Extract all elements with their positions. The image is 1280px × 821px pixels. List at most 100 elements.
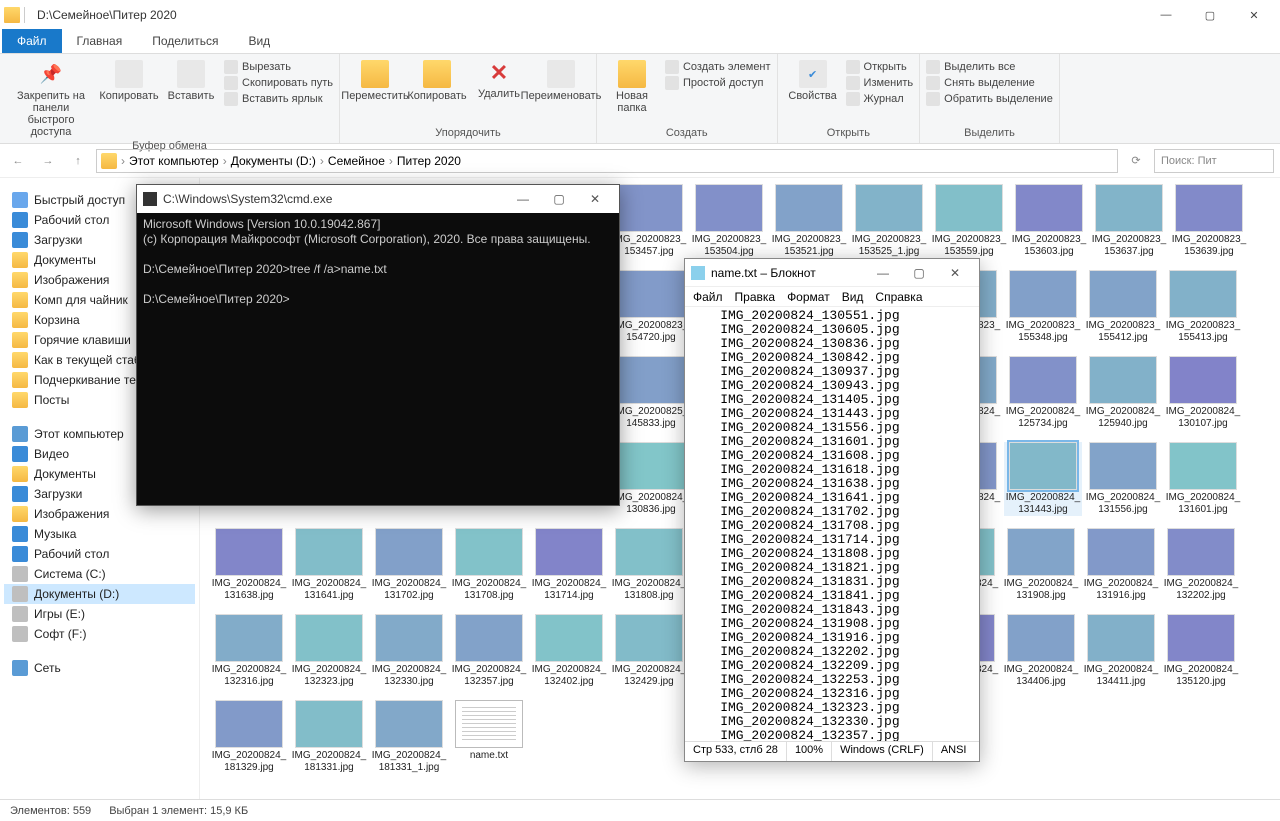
file-item[interactable]: IMG_20200824_181331.jpg xyxy=(290,700,368,774)
file-item[interactable]: IMG_20200824_131556.jpg xyxy=(1084,442,1162,516)
back-button[interactable]: ← xyxy=(6,149,30,173)
cmd-window[interactable]: C:\Windows\System32\cmd.exe — ▢ ✕ Micros… xyxy=(136,184,620,506)
np-menu-edit[interactable]: Правка xyxy=(735,290,776,304)
file-item[interactable]: IMG_20200823_153521.jpg xyxy=(770,184,848,258)
file-item[interactable]: IMG_20200824_131601.jpg xyxy=(1164,442,1242,516)
move-button[interactable]: Переместить xyxy=(346,60,404,102)
file-item[interactable]: IMG_20200824_132429.jpg xyxy=(610,614,688,688)
copyto-button[interactable]: Копировать xyxy=(408,60,466,102)
sidebar-item[interactable]: Игры (E:) xyxy=(4,604,195,624)
edit-button[interactable]: Изменить xyxy=(846,76,914,90)
file-item[interactable]: IMG_20200824_135120.jpg xyxy=(1162,614,1240,688)
search-input[interactable]: Поиск: Пит xyxy=(1154,149,1274,173)
file-item[interactable]: IMG_20200823_153457.jpg xyxy=(610,184,688,258)
sidebar-item[interactable]: Музыка xyxy=(4,524,195,544)
sidebar-item[interactable]: Изображения xyxy=(4,504,195,524)
close-button[interactable]: ✕ xyxy=(1232,1,1276,29)
rename-button[interactable]: Переименовать xyxy=(532,60,590,102)
copy-path-button[interactable]: Скопировать путь xyxy=(224,76,333,90)
notepad-text[interactable]: IMG_20200824_130551.jpg IMG_20200824_130… xyxy=(685,307,979,741)
file-item[interactable]: IMG_20200823_153504.jpg xyxy=(690,184,768,258)
file-item[interactable]: IMG_20200824_125734.jpg xyxy=(1004,356,1082,430)
cmd-output[interactable]: Microsoft Windows [Version 10.0.19042.86… xyxy=(137,213,619,311)
paste-button[interactable]: Вставить xyxy=(162,60,220,102)
file-item[interactable]: IMG_20200824_131708.jpg xyxy=(450,528,528,602)
cut-button[interactable]: Вырезать xyxy=(224,60,333,74)
maximize-button[interactable]: ▢ xyxy=(1188,1,1232,29)
file-item[interactable]: IMG_20200823_153637.jpg xyxy=(1090,184,1168,258)
file-item[interactable]: IMG_20200824_181329.jpg xyxy=(210,700,288,774)
file-item[interactable]: IMG_20200824_132202.jpg xyxy=(1162,528,1240,602)
file-item[interactable]: IMG_20200825_145833.jpg xyxy=(612,356,690,430)
pin-button[interactable]: 📌 Закрепить на панели быстрого доступа xyxy=(6,60,96,138)
sidebar-item[interactable]: Рабочий стол xyxy=(4,544,195,564)
file-item[interactable]: IMG_20200823_153559.jpg xyxy=(930,184,1008,258)
file-item[interactable]: IMG_20200823_153603.jpg xyxy=(1010,184,1088,258)
file-item[interactable]: IMG_20200824_130107.jpg xyxy=(1164,356,1242,430)
file-item[interactable]: IMG_20200824_131443.jpg xyxy=(1004,442,1082,516)
new-item-button[interactable]: Создать элемент xyxy=(665,60,771,74)
file-item[interactable]: IMG_20200824_130836.jpg xyxy=(612,442,690,516)
up-button[interactable]: ↑ xyxy=(66,149,90,173)
file-item[interactable]: name.txt xyxy=(450,700,528,774)
forward-button[interactable]: → xyxy=(36,149,60,173)
history-button[interactable]: Журнал xyxy=(846,92,914,106)
cmd-close[interactable]: ✕ xyxy=(577,186,613,212)
file-item[interactable]: IMG_20200823_154720.jpg xyxy=(612,270,690,344)
refresh-button[interactable]: ⟳ xyxy=(1124,149,1148,173)
copy-button[interactable]: Копировать xyxy=(100,60,158,102)
network[interactable]: Сеть xyxy=(4,654,195,678)
tab-home[interactable]: Главная xyxy=(62,29,138,53)
open-button[interactable]: Открыть xyxy=(846,60,914,74)
np-menu-format[interactable]: Формат xyxy=(787,290,830,304)
delete-button[interactable]: ✕Удалить xyxy=(470,60,528,100)
file-item[interactable]: IMG_20200823_153525_1.jpg xyxy=(850,184,928,258)
np-maximize[interactable]: ▢ xyxy=(901,261,937,285)
file-item[interactable]: IMG_20200824_132330.jpg xyxy=(370,614,448,688)
notepad-titlebar[interactable]: name.txt – Блокнот — ▢ ✕ xyxy=(685,259,979,287)
file-item[interactable]: IMG_20200824_181331_1.jpg xyxy=(370,700,448,774)
tab-file[interactable]: Файл xyxy=(2,29,62,53)
file-item[interactable]: IMG_20200824_132316.jpg xyxy=(210,614,288,688)
sidebar-item[interactable]: Софт (F:) xyxy=(4,624,195,644)
np-close[interactable]: ✕ xyxy=(937,261,973,285)
file-item[interactable]: IMG_20200823_155412.jpg xyxy=(1084,270,1162,344)
file-item[interactable]: IMG_20200824_125940.jpg xyxy=(1084,356,1162,430)
file-item[interactable]: IMG_20200823_155348.jpg xyxy=(1004,270,1082,344)
file-item[interactable]: IMG_20200824_134411.jpg xyxy=(1082,614,1160,688)
new-folder-button[interactable]: Новая папка xyxy=(603,60,661,114)
file-item[interactable]: IMG_20200824_131908.jpg xyxy=(1002,528,1080,602)
file-item[interactable]: IMG_20200823_153639.jpg xyxy=(1170,184,1248,258)
np-menu-view[interactable]: Вид xyxy=(842,290,864,304)
np-menu-help[interactable]: Справка xyxy=(875,290,922,304)
easy-access-button[interactable]: Простой доступ xyxy=(665,76,771,90)
file-item[interactable]: IMG_20200824_131641.jpg xyxy=(290,528,368,602)
select-none-button[interactable]: Снять выделение xyxy=(926,76,1053,90)
address-bar[interactable]: › Этот компьютер› Документы (D:)› Семейн… xyxy=(96,149,1118,173)
notepad-window[interactable]: name.txt – Блокнот — ▢ ✕ Файл Правка Фор… xyxy=(684,258,980,762)
select-all-button[interactable]: Выделить все xyxy=(926,60,1053,74)
file-item[interactable]: IMG_20200823_155413.jpg xyxy=(1164,270,1242,344)
np-minimize[interactable]: — xyxy=(865,261,901,285)
sidebar-item[interactable]: Система (C:) xyxy=(4,564,195,584)
tab-view[interactable]: Вид xyxy=(233,29,285,53)
np-menu-file[interactable]: Файл xyxy=(693,290,723,304)
file-item[interactable]: IMG_20200824_132323.jpg xyxy=(290,614,368,688)
cmd-minimize[interactable]: — xyxy=(505,186,541,212)
file-item[interactable]: IMG_20200824_132357.jpg xyxy=(450,614,528,688)
file-item[interactable]: IMG_20200824_131808.jpg xyxy=(610,528,688,602)
file-item[interactable]: IMG_20200824_131714.jpg xyxy=(530,528,608,602)
invert-selection-button[interactable]: Обратить выделение xyxy=(926,92,1053,106)
file-item[interactable]: IMG_20200824_134406.jpg xyxy=(1002,614,1080,688)
cmd-titlebar[interactable]: C:\Windows\System32\cmd.exe — ▢ ✕ xyxy=(137,185,619,213)
properties-button[interactable]: ✔Свойства xyxy=(784,60,842,102)
sidebar-item[interactable]: Документы (D:) xyxy=(4,584,195,604)
paste-shortcut-button[interactable]: Вставить ярлык xyxy=(224,92,333,106)
file-item[interactable]: IMG_20200824_131638.jpg xyxy=(210,528,288,602)
minimize-button[interactable]: — xyxy=(1144,1,1188,29)
file-item[interactable]: IMG_20200824_131702.jpg xyxy=(370,528,448,602)
tab-share[interactable]: Поделиться xyxy=(137,29,233,53)
cmd-maximize[interactable]: ▢ xyxy=(541,186,577,212)
file-item[interactable]: IMG_20200824_132402.jpg xyxy=(530,614,608,688)
file-item[interactable]: IMG_20200824_131916.jpg xyxy=(1082,528,1160,602)
